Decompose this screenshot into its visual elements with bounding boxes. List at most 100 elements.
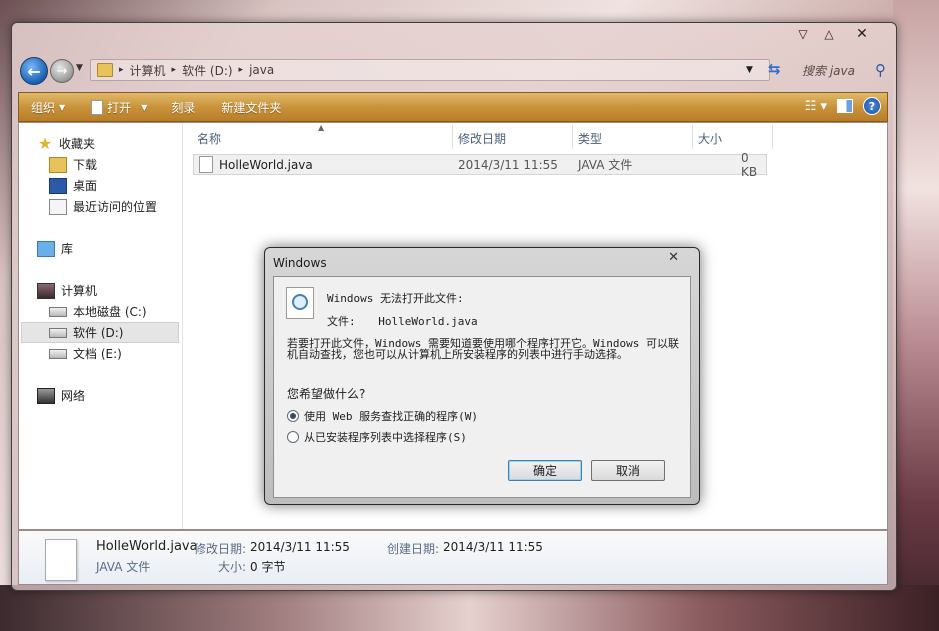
sidebar-item-desktop[interactable]: 桌面 — [49, 175, 97, 196]
preview-pane-icon[interactable] — [837, 99, 853, 113]
organize-menu[interactable]: 组织 ▼ — [19, 99, 75, 116]
breadcrumb-java[interactable]: java — [249, 63, 274, 77]
document-icon — [91, 99, 104, 115]
address-dropdown-icon[interactable]: ▼ — [746, 65, 753, 75]
file-modified: 2014/3/11 11:55 — [458, 157, 558, 172]
dialog-question: 您希望做什么? — [287, 387, 366, 401]
dialog-file-name: HolleWorld.java — [378, 315, 478, 328]
history-dropdown-icon[interactable]: ▼ — [76, 63, 83, 73]
library-icon — [37, 240, 55, 257]
option-installed-list[interactable]: 从已安装程序列表中选择程序(S) — [287, 429, 467, 445]
radio-selected[interactable] — [287, 410, 299, 422]
sidebar-item-network[interactable]: 网络 — [37, 385, 85, 406]
caption-buttons: ▽ △ ✕ — [790, 25, 882, 43]
breadcrumb-separator-icon[interactable]: ▸ — [239, 65, 244, 75]
magnifier-lens — [292, 294, 308, 310]
sidebar-item-label: 收藏夹 — [59, 137, 96, 151]
column-divider[interactable] — [572, 125, 573, 149]
command-bar: 组织 ▼ 打开 ▼ 刻录 新建文件夹 ☷ ▾ ? — [18, 92, 888, 122]
computer-icon — [37, 282, 55, 299]
burn-button[interactable]: 刻录 — [157, 99, 205, 116]
dialog-title: Windows — [273, 256, 327, 270]
breadcrumb-computer[interactable]: 计算机 — [130, 62, 166, 79]
sidebar-item-favorites[interactable]: ★ 收藏夹 — [37, 133, 95, 154]
sidebar-item-computer[interactable]: 计算机 — [37, 280, 97, 301]
details-modified-value: 2014/3/11 11:55 — [250, 540, 350, 554]
details-file-type: JAVA 文件 — [96, 560, 151, 574]
column-divider[interactable] — [692, 125, 693, 149]
download-folder-icon — [49, 156, 67, 173]
view-options-icon[interactable]: ☷ ▾ — [805, 99, 827, 114]
details-created-label: 创建日期: — [387, 542, 440, 556]
search-input[interactable]: 搜索 java ⚲ — [792, 59, 890, 81]
maximize-button[interactable]: △ — [816, 25, 842, 43]
forward-arrow-icon: → — [56, 63, 68, 79]
option-list-label: 从已安装程序列表中选择程序(S) — [304, 431, 467, 444]
details-pane: HolleWorld.java JAVA 文件 修改日期: 2014/3/11 … — [18, 530, 888, 585]
sidebar-item-drive-e[interactable]: 文档 (E:) — [49, 343, 122, 364]
chevron-down-icon: ▼ — [141, 102, 148, 112]
dialog-body: Windows 无法打开此文件: 文件: HolleWorld.java 若要打… — [273, 276, 691, 498]
forward-button[interactable]: → — [50, 59, 74, 83]
breadcrumb-separator-icon[interactable]: ▸ — [172, 65, 177, 75]
drive-c-icon — [49, 306, 67, 317]
sidebar-item-downloads[interactable]: 下载 — [49, 154, 97, 175]
sidebar-item-label: 库 — [61, 242, 74, 256]
drive-e-icon — [49, 348, 67, 359]
new-folder-button[interactable]: 新建文件夹 — [205, 99, 291, 116]
option-web-label: 使用 Web 服务查找正确的程序(W) — [304, 410, 478, 423]
toolbar-right-group: ☷ ▾ ? — [805, 97, 881, 115]
open-button[interactable]: 打开 ▼ — [75, 99, 157, 116]
cancel-button[interactable]: 取消 — [591, 460, 665, 481]
file-row[interactable]: HolleWorld.java 2014/3/11 11:55 JAVA 文件 … — [193, 150, 767, 179]
sidebar-item-label: 软件 (D:) — [73, 326, 124, 340]
column-divider[interactable] — [452, 125, 453, 149]
sidebar-item-label: 桌面 — [73, 179, 98, 193]
dialog-explanation: 若要打开此文件，Windows 需要知道要使用哪个程序打开它。Windows 可… — [287, 337, 679, 361]
column-divider[interactable] — [772, 125, 773, 149]
dialog-close-button[interactable]: ✕ — [668, 250, 679, 265]
open-with-dialog: Windows ✕ Windows 无法打开此文件: 文件: HolleWorl… — [264, 247, 700, 505]
sidebar-item-label: 最近访问的位置 — [73, 200, 158, 214]
dialog-file-line: 文件: HolleWorld.java — [327, 313, 478, 329]
star-icon: ★ — [37, 134, 53, 153]
file-type: JAVA 文件 — [578, 158, 633, 172]
file-thumbnail-icon — [45, 539, 77, 581]
address-bar[interactable]: ▸ 计算机 ▸ 软件 (D:) ▸ java — [90, 59, 770, 81]
column-header-name[interactable]: 名称 — [197, 127, 221, 149]
column-header-size[interactable]: 大小 — [698, 127, 722, 149]
sidebar-item-libraries[interactable]: 库 — [37, 238, 73, 259]
details-modified-label: 修改日期: — [194, 542, 247, 556]
help-icon[interactable]: ? — [863, 97, 881, 115]
column-header-type[interactable]: 类型 — [578, 127, 602, 149]
details-created-value: 2014/3/11 11:55 — [443, 540, 543, 554]
option-web-service[interactable]: 使用 Web 服务查找正确的程序(W) — [287, 408, 478, 424]
network-icon — [37, 387, 55, 404]
minimize-button[interactable]: ▽ — [790, 25, 816, 43]
refresh-icon[interactable]: ⇆ — [768, 60, 781, 78]
open-label: 打开 — [107, 100, 132, 115]
chevron-down-icon: ▼ — [59, 102, 66, 112]
column-header-modified[interactable]: 修改日期 — [458, 127, 506, 149]
sidebar-item-drive-c[interactable]: 本地磁盘 (C:) — [49, 301, 147, 322]
search-icon[interactable]: ⚲ — [875, 61, 886, 79]
file-size: 0 KB — [741, 150, 758, 179]
desktop-wallpaper-right — [893, 0, 939, 631]
organize-label: 组织 — [31, 100, 56, 115]
sidebar-item-drive-d[interactable]: 软件 (D:) — [49, 322, 123, 343]
breadcrumb-drive-d[interactable]: 软件 (D:) — [182, 62, 232, 79]
close-button[interactable]: ✕ — [842, 25, 882, 43]
ok-button[interactable]: 确定 — [508, 460, 582, 481]
breadcrumb-separator-icon[interactable]: ▸ — [119, 65, 124, 75]
sidebar-item-label: 计算机 — [61, 284, 98, 298]
radio-unselected[interactable] — [287, 431, 299, 443]
navigation-pane[interactable]: ★ 收藏夹 下载 桌面 最近访问的位置 库 计算机 本地磁盘 (C:) 软件 (… — [19, 123, 183, 529]
file-name-cell: HolleWorld.java — [199, 155, 313, 174]
sort-ascending-icon: ▲ — [318, 123, 325, 132]
magnifier-document-icon — [286, 287, 314, 319]
sidebar-item-recent[interactable]: 最近访问的位置 — [49, 196, 157, 217]
back-button[interactable]: ← — [20, 57, 48, 85]
dialog-message: Windows 无法打开此文件: — [327, 292, 464, 305]
dialog-file-label: 文件: — [327, 315, 356, 328]
details-file-name: HolleWorld.java — [96, 539, 198, 554]
